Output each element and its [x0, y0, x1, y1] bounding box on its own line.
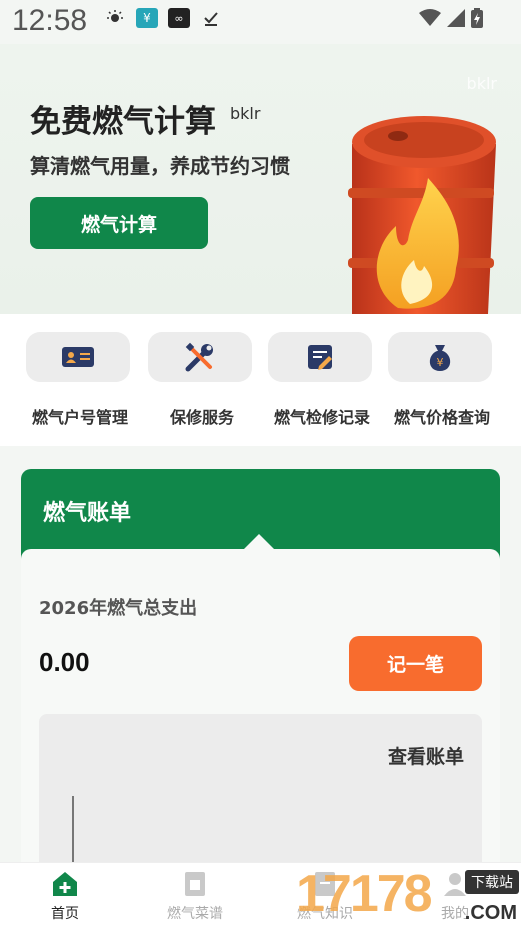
watermark-domain: .COM — [464, 902, 517, 924]
wrench-screwdriver-icon — [185, 342, 213, 372]
gas-barrel-illustration — [348, 116, 496, 314]
tab-label: 首页 — [51, 906, 79, 922]
gas-calculate-button[interactable]: 燃气计算 — [30, 197, 208, 249]
quick-item-account-management[interactable]: 燃气户号管理 — [26, 332, 134, 428]
status-system-icons — [419, 8, 483, 32]
edit-document-icon — [308, 345, 332, 370]
tab-home[interactable]: 首页 — [15, 869, 115, 923]
tab-label: 燃气菜谱 — [167, 906, 223, 922]
quick-item-inspection-records[interactable]: 燃气检修记录 — [268, 332, 376, 428]
download-done-icon — [200, 8, 222, 28]
id-card-icon — [62, 347, 94, 367]
hero-watermark: bklr — [466, 74, 497, 93]
watermark-number: 17178 — [296, 865, 433, 923]
money-bag-icon: ¥ — [429, 345, 451, 371]
hero-subtitle: 算清燃气用量，养成节约习惯 — [30, 154, 290, 178]
status-time: 12:58 — [12, 4, 88, 37]
site-watermark: 17178 下载站 .COM — [296, 864, 521, 926]
hero-tag: bklr — [230, 104, 261, 123]
wifi-icon — [419, 9, 441, 31]
quick-item-label: 燃气价格查询 — [393, 408, 490, 427]
expense-chart-area: 查看账单 — [39, 714, 482, 886]
glasses-app-icon: ∞ — [168, 8, 190, 28]
bill-card-title: 燃气账单 — [43, 501, 132, 526]
hero-banner: 免费燃气计算 bklr bklr 算清燃气用量，养成节约习惯 燃气计算 — [0, 44, 521, 314]
brightness-icon — [104, 8, 126, 28]
recipe-icon — [185, 872, 205, 896]
year-expense-label: 2026年燃气总支出 — [39, 598, 198, 619]
svg-text:¥: ¥ — [437, 356, 444, 369]
quick-item-label: 燃气检修记录 — [273, 408, 370, 427]
quick-item-price-query[interactable]: ¥ 燃气价格查询 — [388, 332, 496, 428]
quick-item-repair-service[interactable]: 保修服务 — [148, 332, 256, 428]
status-notification-icons: ¥ ∞ — [104, 8, 222, 28]
card-pointer — [243, 534, 275, 550]
total-expense-value: 0.00 — [39, 647, 90, 677]
signal-icon — [447, 9, 465, 31]
quick-actions: 燃气户号管理 保修服务 燃气检修记录 ¥ 燃气价格查询 — [0, 314, 521, 446]
watermark-tag: 下载站 — [465, 870, 519, 894]
bill-card-body: 2026年燃气总支出 0.00 记一笔 查看账单 — [21, 549, 500, 886]
yuan-app-icon: ¥ — [136, 8, 158, 28]
quick-item-label: 保修服务 — [169, 408, 234, 427]
quick-item-label: 燃气户号管理 — [31, 408, 128, 427]
hero-title: 免费燃气计算 — [30, 104, 216, 140]
battery-icon — [471, 8, 483, 32]
status-bar: 12:58 ¥ ∞ — [0, 0, 521, 44]
tab-recipes[interactable]: 燃气菜谱 — [145, 869, 245, 923]
home-plus-icon — [53, 872, 77, 896]
view-bill-link[interactable]: 查看账单 — [388, 742, 464, 769]
add-record-button[interactable]: 记一笔 — [349, 636, 482, 691]
